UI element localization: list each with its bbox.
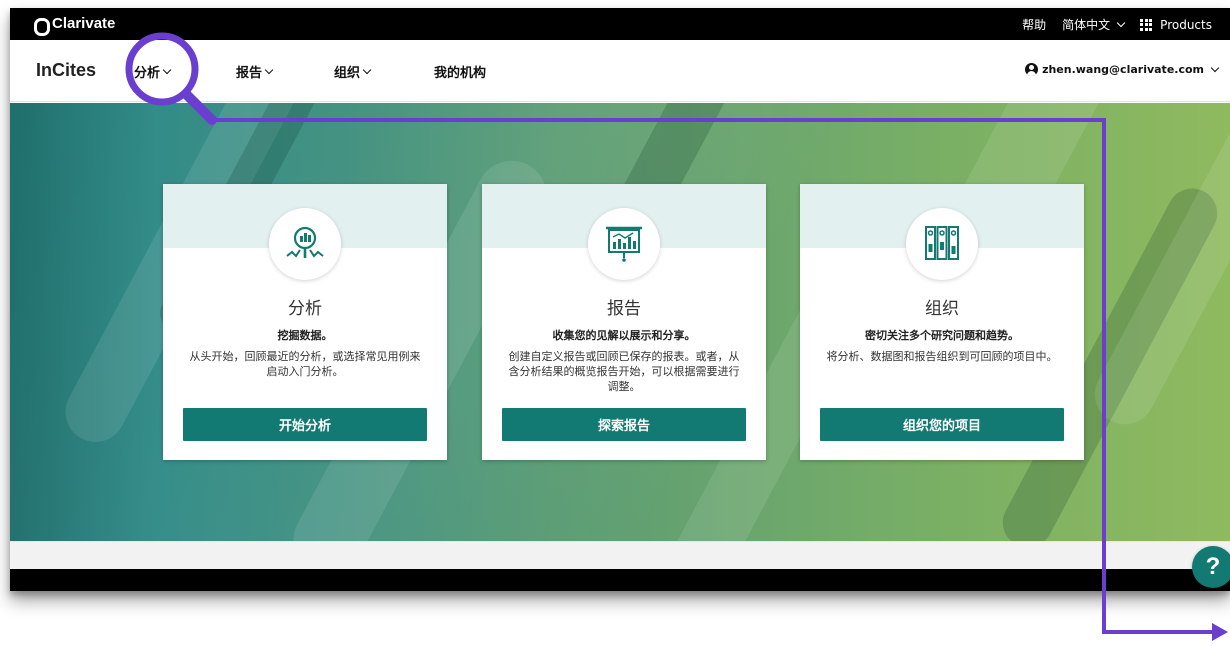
help-button[interactable]: ? xyxy=(1192,546,1230,588)
nav-analysis-label: 分析 xyxy=(134,66,161,81)
chevron-down-icon xyxy=(162,65,172,75)
card-analysis: 分析 挖掘数据。 从头开始，回顾最近的分析，或选择常见用例来 启动入门分析。 开… xyxy=(163,184,447,460)
card-subtitle: 挖掘数据。 xyxy=(277,329,333,342)
brand-label: Clarivate xyxy=(52,15,116,32)
card-title: 组织 xyxy=(925,299,959,319)
card-description: 将分析、数据图和报告组织到可回顾的项目中。 xyxy=(816,349,1068,364)
card-description-line: 创建自定义报告或回顾已保存的报表。或者，从 xyxy=(508,350,740,363)
organize-projects-button[interactable]: 组织您的项目 xyxy=(820,408,1064,441)
user-account-icon xyxy=(1025,63,1039,76)
help-link[interactable]: 帮助 xyxy=(1022,16,1046,33)
main-nav: InCites 分析 报告 组织 我的机构 zhen.wang@clarivat… xyxy=(10,40,1230,102)
products-label: Products xyxy=(1160,17,1212,32)
chevron-down-icon xyxy=(1210,63,1220,73)
page-footer-strip xyxy=(10,541,1230,569)
binders-icon xyxy=(906,208,978,280)
app-grid-icon xyxy=(1140,18,1153,31)
analysis-magnifier-icon xyxy=(269,208,341,280)
top-utility-bar: Clarivate 帮助 简体中文 Products xyxy=(10,8,1230,40)
card-description-line: 从头开始，回顾最近的分析，或选择常见用例来 xyxy=(189,350,421,363)
card-title: 报告 xyxy=(607,299,641,319)
language-selector[interactable]: 简体中文 xyxy=(1062,16,1126,33)
language-label: 简体中文 xyxy=(1062,18,1111,32)
chevron-down-icon xyxy=(1116,18,1126,28)
chevron-down-icon xyxy=(362,65,372,75)
nav-my-organization[interactable]: 我的机构 xyxy=(434,62,486,81)
card-reports: 报告 收集您的见解以展示和分享。 创建自定义报告或回顾已保存的报表。或者，从 含… xyxy=(482,184,766,460)
card-description-line: 含分析结果的概览报告开始，可以根据需要进行 xyxy=(508,365,740,378)
card-subtitle: 密切关注多个研究问题和趋势。 xyxy=(865,329,1019,342)
card-description: 创建自定义报告或回顾已保存的报表。或者，从 含分析结果的概览报告开始，可以根据需… xyxy=(498,349,750,394)
card-description-line: 将分析、数据图和报告组织到可回顾的项目中。 xyxy=(826,350,1058,363)
nav-analysis-menu[interactable]: 分析 xyxy=(134,62,172,81)
browser-page: Clarivate 帮助 简体中文 Products InCites 分析 报告… xyxy=(10,8,1230,591)
card-title: 分析 xyxy=(288,299,322,319)
incites-logo[interactable]: InCites xyxy=(36,60,96,81)
card-subtitle: 收集您的见解以展示和分享。 xyxy=(552,329,696,342)
card-description-line: 启动入门分析。 xyxy=(266,365,344,378)
nav-organize-label: 组织 xyxy=(334,66,361,81)
card-description: 从头开始，回顾最近的分析，或选择常见用例来 启动入门分析。 xyxy=(179,349,431,379)
utility-links: 帮助 简体中文 Products xyxy=(1006,16,1212,33)
callout-arrow-head xyxy=(1212,623,1228,641)
nav-reports-label: 报告 xyxy=(236,66,263,81)
chevron-down-icon xyxy=(264,65,274,75)
user-email: zhen.wang@clarivate.com xyxy=(1042,63,1204,76)
explore-reports-button[interactable]: 探索报告 xyxy=(502,408,746,441)
nav-reports-menu[interactable]: 报告 xyxy=(236,62,274,81)
products-menu[interactable]: Products xyxy=(1140,18,1212,32)
card-description-line: 调整。 xyxy=(607,380,641,393)
clarivate-brand[interactable]: Clarivate xyxy=(34,15,116,36)
clarivate-logo-icon xyxy=(34,17,50,36)
page-bottom-bar xyxy=(10,569,1230,591)
screenshot-stage: Clarivate 帮助 简体中文 Products InCites 分析 报告… xyxy=(0,0,1230,646)
start-analysis-button[interactable]: 开始分析 xyxy=(183,408,427,441)
presentation-board-icon xyxy=(588,208,660,280)
user-menu[interactable]: zhen.wang@clarivate.com xyxy=(1025,63,1220,76)
nav-organize-menu[interactable]: 组织 xyxy=(334,62,372,81)
card-organize: 组织 密切关注多个研究问题和趋势。 将分析、数据图和报告组织到可回顾的项目中。 … xyxy=(800,184,1084,460)
